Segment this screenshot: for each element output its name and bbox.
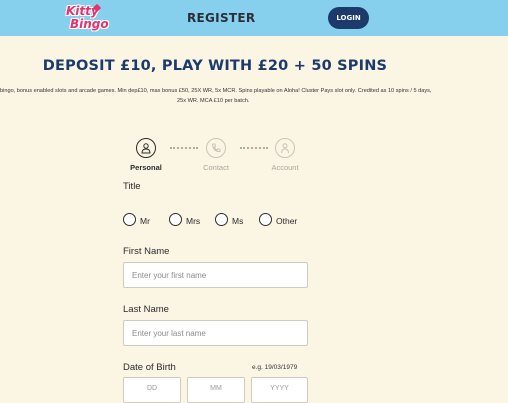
radio-label-mrs: Mrs — [186, 216, 201, 226]
terms-line-1: bingo, bonus enabled slots and arcade ga… — [0, 88, 432, 94]
title-radio-mr[interactable]: Mr — [123, 212, 150, 226]
title-radio-ms[interactable]: Ms — [215, 212, 243, 226]
title-radio-other[interactable]: Other — [259, 212, 297, 226]
kitty-bingo-logo[interactable]: Kitty Bingo — [64, 3, 109, 34]
step-personal: Personal — [116, 138, 176, 172]
step-account: Account — [255, 138, 315, 172]
promo-headline: DEPOSIT £10, PLAY WITH £20 + 50 SPINS — [42, 58, 388, 74]
step-contact: Contact — [186, 138, 246, 172]
phone-icon — [206, 138, 226, 158]
radio-label-other: Other — [276, 216, 298, 226]
first-name-input[interactable] — [123, 262, 308, 288]
title-radio-mrs[interactable]: Mrs — [169, 212, 200, 226]
step-label-personal: Personal — [130, 163, 162, 172]
login-button[interactable]: LOGIN — [328, 7, 369, 29]
last-name-label: Last Name — [123, 304, 169, 315]
radio-label-ms: Ms — [232, 216, 244, 226]
person-icon — [136, 138, 156, 158]
dob-label: Date of Birth — [123, 362, 176, 373]
step-label-contact: Contact — [203, 163, 229, 172]
dob-year-input[interactable]: YYYY — [251, 377, 308, 403]
radio-circle[interactable] — [259, 212, 272, 226]
page-title: REGISTER — [187, 11, 256, 25]
dob-month-input[interactable]: MM — [187, 377, 245, 403]
header-bar: Kitty Bingo REGISTER LOGIN — [0, 0, 508, 36]
radio-circle[interactable] — [169, 212, 182, 226]
radio-circle[interactable] — [123, 212, 136, 226]
account-icon — [275, 138, 295, 158]
dob-day-input[interactable]: DD — [123, 377, 181, 403]
radio-label-mr: Mr — [140, 216, 150, 226]
first-name-label: First Name — [123, 246, 170, 257]
step-label-account: Account — [271, 163, 299, 172]
dob-hint: e.g. 19/03/1979 — [252, 364, 298, 371]
terms-line-2: 25x WR. MCA £10 per batch. — [177, 98, 250, 104]
title-label: Title — [123, 181, 141, 192]
last-name-input[interactable] — [123, 320, 308, 346]
radio-circle[interactable] — [215, 212, 228, 226]
logo-text-bottom: Bingo — [70, 17, 109, 31]
